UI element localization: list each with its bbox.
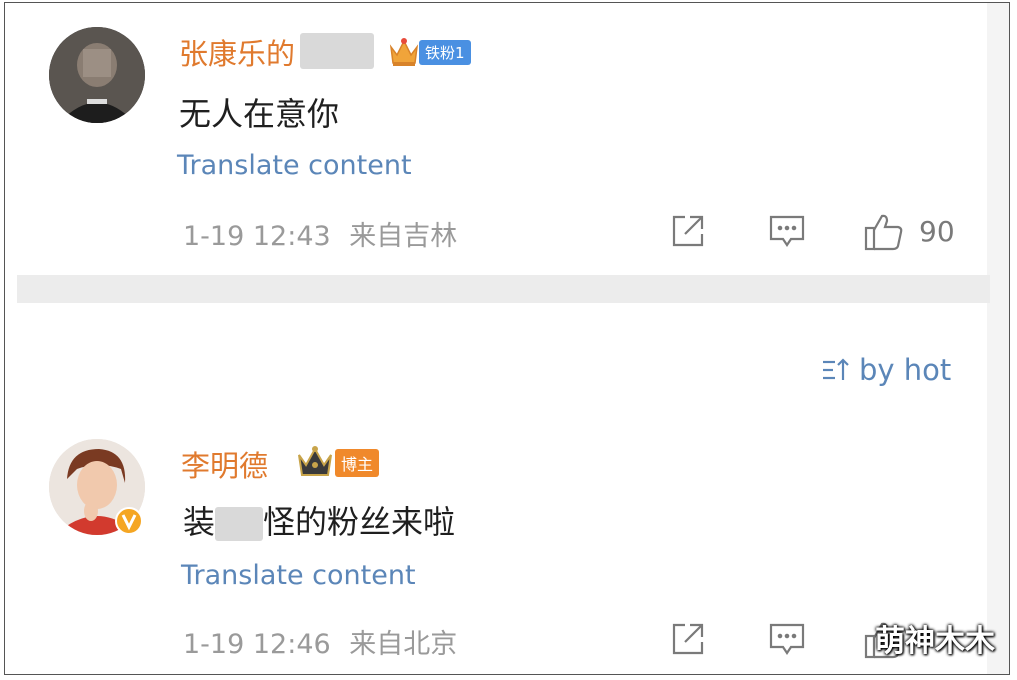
username[interactable]: 李明德 — [181, 443, 268, 485]
sort-button[interactable]: by hot — [821, 353, 951, 387]
section-divider — [17, 275, 990, 303]
comment-text-part: 装 — [183, 503, 216, 541]
like-count: 90 — [919, 215, 955, 248]
translate-link[interactable]: Translate content — [181, 560, 416, 591]
comment-icon[interactable] — [767, 621, 807, 663]
comment-text: 装 怪的粉丝来啦 — [183, 497, 455, 543]
scrollbar-track[interactable] — [987, 3, 1009, 674]
avatar[interactable] — [49, 27, 145, 123]
watermark: 萌神木木 — [875, 624, 995, 659]
location: 来自北京 — [349, 629, 458, 660]
location: 来自吉林 — [349, 221, 458, 252]
author-badge: 博主 — [335, 449, 380, 477]
comment-icon[interactable] — [767, 213, 807, 255]
timestamp: 1-19 12:46 — [183, 629, 331, 660]
share-icon[interactable] — [669, 620, 707, 662]
verified-icon — [115, 507, 143, 539]
crown-icon — [387, 33, 421, 73]
crown-icon — [295, 443, 335, 483]
comment-list: 张康乐的 铁粉1 无人在意你 Translate content 1-19 12… — [4, 2, 1010, 675]
sort-label: by hot — [859, 353, 952, 387]
comment-timestamp: 1-19 12:43 来自吉林 — [183, 214, 457, 253]
fan-badge: 铁粉1 — [419, 40, 471, 65]
comment-timestamp: 1-19 12:46 来自北京 — [183, 622, 457, 661]
translate-link[interactable]: Translate content — [177, 150, 412, 181]
like-icon[interactable] — [863, 211, 905, 257]
comment-text-part: 怪的粉丝来啦 — [263, 503, 456, 541]
blurred-text — [300, 33, 374, 69]
comment-text: 无人在意你 — [179, 95, 340, 133]
timestamp: 1-19 12:43 — [183, 221, 331, 252]
username[interactable]: 张康乐的 — [179, 31, 295, 73]
blurred-text — [215, 507, 264, 541]
share-icon[interactable] — [669, 212, 707, 254]
sort-icon — [823, 358, 849, 380]
